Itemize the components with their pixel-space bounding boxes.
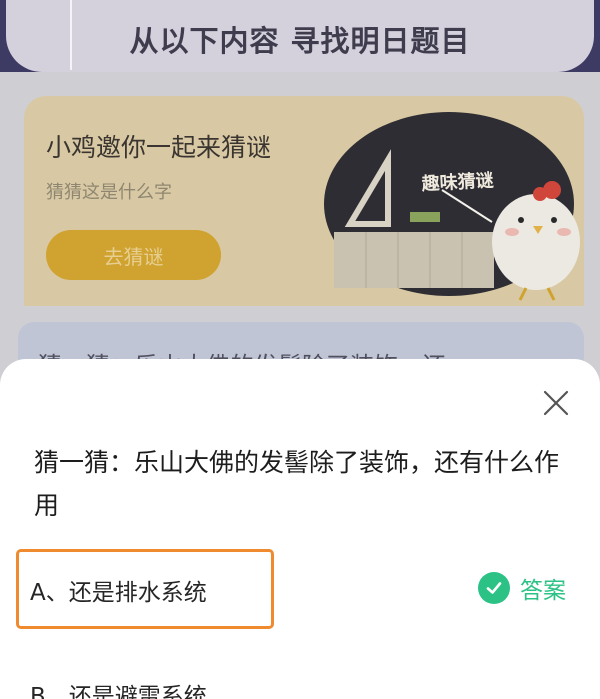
riddle-card-title: 小鸡邀你一起来猜谜 xyxy=(46,133,272,162)
answer-badge: 答案 xyxy=(478,571,566,605)
check-circle-icon xyxy=(478,572,510,604)
riddle-card[interactable]: 小鸡邀你一起来猜谜 猜猜这是什么字 去猜谜 趣味猜谜 xyxy=(24,96,584,306)
top-banner: 从以下内容 寻找明日题目 xyxy=(6,0,594,72)
chick-blackboard-illustration: 趣味猜谜 xyxy=(324,112,580,301)
answer-label: 答案 xyxy=(520,578,566,604)
banner-title: 从以下内容 寻找明日题目 xyxy=(129,24,471,58)
answer-sheet: 猜一猜：乐山大佛的发髻除了装饰，还有什么作用 A、还是排水系统 答案 B、还是避… xyxy=(0,359,600,699)
option-a[interactable]: A、还是排水系统 答案 xyxy=(16,549,576,629)
illustration-caption: 趣味猜谜 xyxy=(420,170,495,195)
option-a-label: A、还是排水系统 xyxy=(30,580,207,606)
riddle-card-subtitle: 猜猜这是什么字 xyxy=(46,182,172,203)
close-icon[interactable] xyxy=(540,387,572,419)
go-guess-button[interactable]: 去猜谜 xyxy=(46,230,221,280)
question-text: 猜一猜：乐山大佛的发髻除了装饰，还有什么作用 xyxy=(34,448,560,520)
option-b-label: B、还是避雷系统 xyxy=(30,684,207,699)
option-b[interactable]: B、还是避雷系统 xyxy=(16,653,576,699)
